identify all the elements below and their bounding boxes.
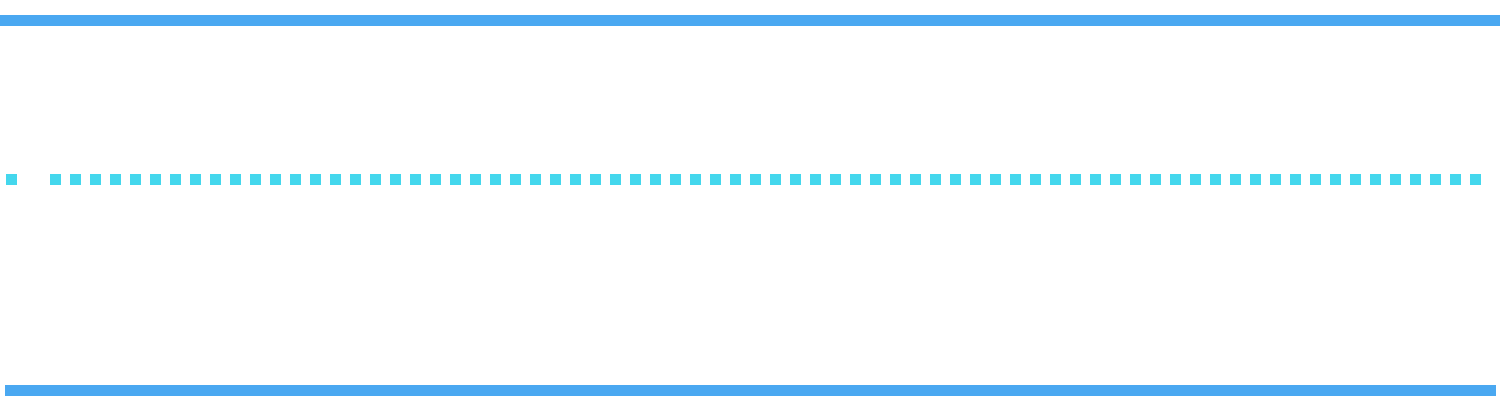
- dot-mark: [1170, 174, 1181, 185]
- dot-mark: [1350, 174, 1361, 185]
- dotted-divider-line: [0, 174, 1500, 187]
- dot-mark: [410, 174, 421, 185]
- dot-mark: [450, 174, 461, 185]
- dot-mark: [1330, 174, 1341, 185]
- dot-mark: [470, 174, 481, 185]
- dot-mark: [190, 174, 201, 185]
- dot-mark: [250, 174, 261, 185]
- dot-mark: [950, 174, 961, 185]
- dot-mark: [750, 174, 761, 185]
- dot-mark: [1070, 174, 1081, 185]
- dot-mark: [110, 174, 121, 185]
- dot-mark: [130, 174, 141, 185]
- dot-mark: [90, 174, 101, 185]
- dot-mark: [490, 174, 501, 185]
- dot-mark: [850, 174, 861, 185]
- dot-mark: [230, 174, 241, 185]
- dot-mark: [350, 174, 361, 185]
- dot-mark: [1410, 174, 1421, 185]
- dot-mark: [1250, 174, 1261, 185]
- dot-mark: [390, 174, 401, 185]
- dot-mark: [1090, 174, 1101, 185]
- dot-mark: [70, 174, 81, 185]
- dot-mark: [570, 174, 581, 185]
- dot-mark: [550, 174, 561, 185]
- dot-mark: [270, 174, 281, 185]
- dot-mark: [790, 174, 801, 185]
- top-divider-line: [0, 15, 1500, 26]
- dot-mark: [970, 174, 981, 185]
- dot-mark: [290, 174, 301, 185]
- dot-mark: [730, 174, 741, 185]
- dot-mark: [1110, 174, 1121, 185]
- dot-mark: [990, 174, 1001, 185]
- dot-mark: [710, 174, 721, 185]
- dot-mark: [1130, 174, 1141, 185]
- dot-mark: [310, 174, 321, 185]
- dot-mark: [630, 174, 641, 185]
- dot-mark: [770, 174, 781, 185]
- dot-mark: [610, 174, 621, 185]
- dot-mark: [1270, 174, 1281, 185]
- dot-mark: [170, 174, 181, 185]
- dot-mark: [1310, 174, 1321, 185]
- dot-mark: [510, 174, 521, 185]
- dot-mark: [890, 174, 901, 185]
- dot-mark: [6, 174, 17, 185]
- dot-mark: [330, 174, 341, 185]
- dot-mark: [870, 174, 881, 185]
- dot-mark: [1030, 174, 1041, 185]
- dot-mark: [1390, 174, 1401, 185]
- dot-mark: [1010, 174, 1021, 185]
- dot-mark: [1190, 174, 1201, 185]
- dot-mark: [1050, 174, 1061, 185]
- dot-mark: [650, 174, 661, 185]
- dot-mark: [1370, 174, 1381, 185]
- dot-mark: [530, 174, 541, 185]
- dot-mark: [150, 174, 161, 185]
- dot-mark: [690, 174, 701, 185]
- dot-mark: [210, 174, 221, 185]
- dot-mark: [670, 174, 681, 185]
- dot-mark: [1430, 174, 1441, 185]
- dot-mark: [590, 174, 601, 185]
- bottom-divider-line: [5, 385, 1496, 396]
- dot-mark: [370, 174, 381, 185]
- canvas: [0, 0, 1500, 400]
- dot-mark: [430, 174, 441, 185]
- dot-mark: [930, 174, 941, 185]
- dot-mark: [830, 174, 841, 185]
- dot-mark: [910, 174, 921, 185]
- dot-mark: [50, 174, 61, 185]
- dot-mark: [1210, 174, 1221, 185]
- dot-mark: [810, 174, 821, 185]
- dot-mark: [1470, 174, 1481, 185]
- dot-mark: [1230, 174, 1241, 185]
- dot-mark: [1290, 174, 1301, 185]
- dot-mark: [1450, 174, 1461, 185]
- dot-mark: [1150, 174, 1161, 185]
